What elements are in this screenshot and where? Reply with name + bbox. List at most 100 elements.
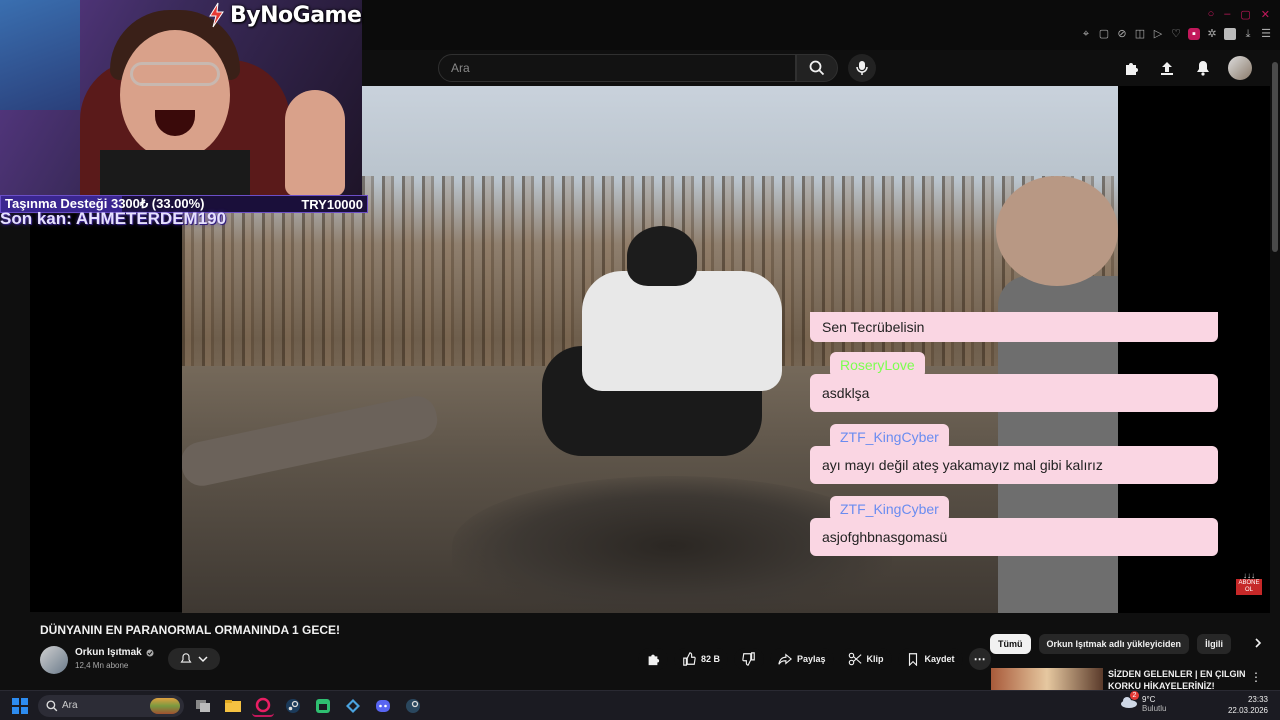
save-label: Kaydet — [924, 654, 955, 664]
video-title: DÜNYANIN EN PARANORMAL ORMANINDA 1 GECE! — [40, 623, 341, 637]
scissors-icon — [848, 652, 862, 666]
left-sidebar — [0, 214, 30, 694]
extensions-icon[interactable]: ✲ — [1206, 28, 1218, 40]
dislike-button[interactable] — [734, 648, 765, 670]
share-label: Paylaş — [797, 654, 826, 664]
like-count: 82 B — [701, 654, 721, 664]
extension-button[interactable] — [1120, 57, 1142, 79]
notifications-button[interactable] — [1192, 57, 1214, 79]
recommendation-filters: Tümü Orkun Işıtmak adlı yükleyiciden İlg… — [990, 634, 1263, 654]
chat-username-text: RoseryLove — [840, 357, 915, 373]
search-input[interactable]: Ara — [438, 54, 796, 82]
recommendation-more-icon[interactable]: ⋮ — [1250, 670, 1262, 684]
arrows-down-icon: ↓↓↓ — [1243, 571, 1255, 580]
upload-button[interactable] — [1156, 57, 1178, 79]
video-letterbox-left — [30, 214, 182, 612]
like-button[interactable]: 82 B — [674, 648, 729, 670]
chat-message: asjofghbnasgomasü — [810, 518, 1218, 556]
minimize-button[interactable]: – — [1224, 8, 1230, 21]
search-icon[interactable]: ○ — [1208, 8, 1215, 21]
streamer-face — [120, 30, 230, 160]
streamer-glasses — [130, 62, 220, 86]
upload-icon — [1161, 62, 1173, 75]
channel-avatar[interactable] — [40, 646, 68, 674]
heart-icon[interactable]: ♡ — [1170, 28, 1182, 40]
android-app-icon[interactable] — [312, 695, 334, 717]
system-clock[interactable]: 23:33 22.03.2026 — [1228, 694, 1268, 716]
network-app-icon[interactable] — [342, 695, 364, 717]
share-button[interactable]: Paylaş — [770, 648, 834, 670]
puzzle-icon — [648, 654, 660, 666]
page-scrollbar[interactable] — [1270, 50, 1280, 690]
download-icon[interactable]: ⤓ — [1242, 28, 1254, 40]
account-avatar[interactable] — [1228, 56, 1252, 80]
search-icon — [809, 60, 825, 76]
block-icon[interactable]: ⊘ — [1116, 28, 1128, 40]
chip-from-uploader[interactable]: Orkun Işıtmak adlı yükleyiciden — [1038, 634, 1190, 654]
streamer-hand — [285, 90, 345, 196]
search-button[interactable] — [796, 54, 838, 82]
donation-goal-bar: Taşınma Desteği 3300₺ (33.00%) TRY10000 — [0, 195, 368, 213]
sponsor-logo-icon — [209, 2, 224, 28]
donation-goal-target: TRY10000 — [301, 196, 363, 212]
file-explorer-icon[interactable] — [222, 695, 244, 717]
chat-message-text: ayı mayı değil ateş yakamayız mal gibi k… — [822, 457, 1103, 473]
maximize-button[interactable]: ▢ — [1240, 8, 1250, 21]
chat-message-text: asdklşa — [822, 385, 870, 401]
verified-icon — [146, 649, 154, 656]
close-button[interactable]: ✕ — [1261, 8, 1270, 21]
recommendation-thumbnail[interactable] — [991, 668, 1103, 690]
bell-icon — [1197, 61, 1209, 76]
menu-icon[interactable]: ☰ — [1260, 28, 1272, 40]
brand-text: ByNoGame — [230, 2, 362, 28]
scrollbar-thumb[interactable] — [1272, 62, 1278, 252]
chevron-right-icon[interactable] — [1253, 635, 1263, 653]
cube-icon[interactable]: ◫ — [1134, 28, 1146, 40]
brand-logo: ByNoGame — [206, 2, 362, 28]
weather-widget[interactable]: 2 9°C Bulutlu — [1120, 691, 1166, 713]
pin-icon[interactable]: ⌖ — [1080, 28, 1092, 40]
voice-search-button[interactable] — [848, 54, 876, 82]
recommendation-title[interactable]: SİZDEN GELENLER | EN ÇILGIN KORKU HİKAYE… — [1108, 668, 1248, 690]
save-button[interactable]: Kaydet — [897, 648, 963, 670]
channel-name[interactable]: Orkun Işıtmak — [75, 647, 142, 658]
profile-icon[interactable] — [1224, 28, 1236, 40]
steam-icon[interactable] — [282, 695, 304, 717]
discord-icon[interactable] — [372, 695, 394, 717]
task-view-icon[interactable] — [192, 695, 214, 717]
weather-temperature: 9°C — [1142, 695, 1156, 704]
chip-related[interactable]: İlgili — [1197, 634, 1232, 654]
subscription-bell-button[interactable] — [168, 648, 220, 670]
windows-start-button[interactable] — [12, 698, 28, 714]
steam-alt-icon[interactable] — [402, 695, 424, 717]
chat-message: Sen Tecrübelisin — [810, 312, 1218, 342]
chevron-down-icon — [198, 656, 208, 663]
play-icon[interactable]: ▷ — [1152, 28, 1164, 40]
weather-badge: 2 — [1130, 691, 1139, 700]
more-actions-button[interactable]: ⋯ — [968, 648, 991, 670]
taskbar-search[interactable]: Ara — [38, 695, 184, 717]
webcam-overlay — [0, 0, 362, 196]
streamer-shirt — [100, 150, 250, 196]
person-shirt — [582, 271, 782, 391]
person-cap — [627, 226, 697, 286]
messenger-icon[interactable]: ▪ — [1188, 28, 1200, 40]
chat-username-text: ZTF_KingCyber — [840, 429, 939, 445]
donation-goal-label: Taşınma Desteği 3300₺ (33.00%) — [5, 196, 205, 211]
channel-name-row[interactable]: Orkun Işıtmak — [75, 647, 154, 658]
more-icon: ⋯ — [973, 652, 986, 666]
clip-button[interactable]: Klip — [839, 648, 892, 670]
clock-date: 22.03.2026 — [1227, 706, 1268, 715]
clip-label: Klip — [866, 654, 884, 664]
window-controls: ○ – ▢ ✕ — [1208, 8, 1270, 21]
windows-taskbar: Ara 2 9°C Bulutlu 23:33 22.03.2026 — [0, 690, 1280, 720]
chip-all[interactable]: Tümü — [990, 634, 1031, 654]
extension-button[interactable] — [638, 648, 668, 670]
opera-gx-icon[interactable] — [252, 695, 274, 717]
snapshot-icon[interactable]: ▢ — [1098, 28, 1110, 40]
anime-poster — [0, 0, 80, 110]
youtube-header: Ara — [362, 50, 1280, 86]
subscriber-count: 12,4 Mn abone — [75, 661, 129, 670]
bookmark-icon — [908, 653, 917, 666]
microphone-icon — [856, 61, 868, 75]
